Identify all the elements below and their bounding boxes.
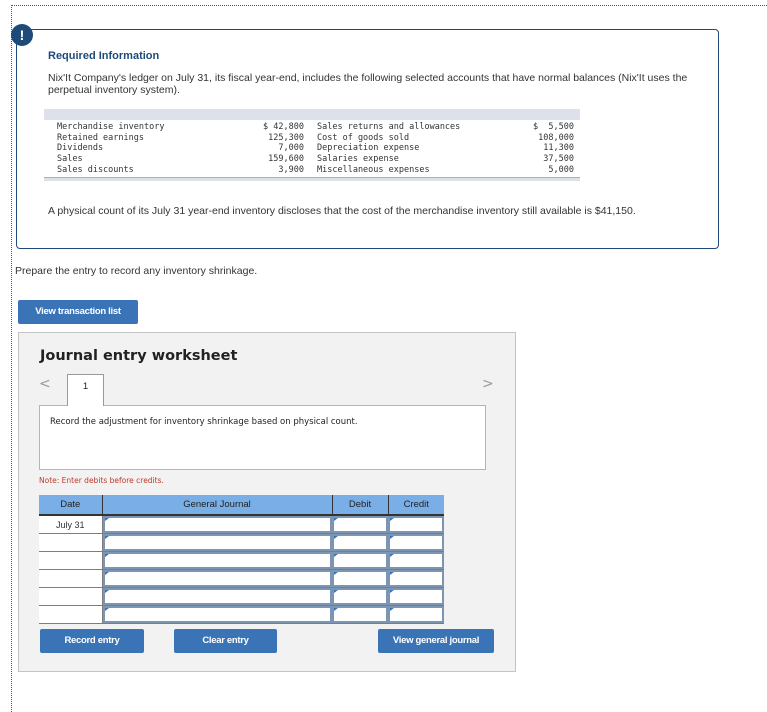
date-cell xyxy=(39,569,103,588)
transaction-tab-1[interactable]: 1 xyxy=(67,374,104,406)
account-input[interactable] xyxy=(102,570,332,587)
credit-input[interactable] xyxy=(388,534,444,551)
debit-input[interactable] xyxy=(332,552,388,569)
journal-entry-worksheet: Journal entry worksheet < 1 > Record the… xyxy=(18,332,516,672)
column-header-debit: Debit xyxy=(332,495,389,516)
dotted-frame-left xyxy=(11,5,12,712)
date-cell xyxy=(39,605,103,624)
journal-row xyxy=(39,587,444,606)
account-name: Sales returns and allowances xyxy=(317,122,461,132)
column-header-date: Date xyxy=(39,495,103,516)
debit-input[interactable] xyxy=(332,606,388,623)
account-input[interactable] xyxy=(102,516,332,533)
account-name: Dividends xyxy=(57,143,104,154)
credit-input[interactable] xyxy=(388,516,444,533)
account-row: Dividends 7,000 Depreciation expense 11,… xyxy=(44,143,580,154)
clear-entry-button[interactable]: Clear entry xyxy=(174,629,277,653)
account-amount: 37,500 xyxy=(543,154,574,165)
credit-input[interactable] xyxy=(388,570,444,587)
accounts-table: Merchandise inventory $ 42,800 Sales ret… xyxy=(44,109,580,182)
view-general-journal-button[interactable]: View general journal xyxy=(378,629,494,653)
physical-count-text: A physical count of its July 31 year-end… xyxy=(48,205,636,217)
account-amount: 125,300 xyxy=(268,132,304,143)
date-cell xyxy=(39,587,103,606)
account-amount: 3,900 xyxy=(278,164,304,175)
account-amount: 108,000 xyxy=(538,132,574,143)
dotted-frame-top xyxy=(11,5,767,6)
date-cell: July 31 xyxy=(39,515,103,534)
info-title: Required Information xyxy=(48,50,160,62)
account-amount: 7,000 xyxy=(278,143,304,154)
journal-row xyxy=(39,533,444,552)
account-name: Miscellaneous expenses xyxy=(317,164,430,175)
account-input[interactable] xyxy=(102,534,332,551)
column-header-credit: Credit xyxy=(388,495,444,516)
account-input[interactable] xyxy=(102,588,332,605)
alert-icon: ! xyxy=(11,24,33,46)
journal-row xyxy=(39,569,444,588)
instruction-text: Record the adjustment for inventory shri… xyxy=(50,417,358,427)
account-row: Sales 159,600 Salaries expense 37,500 xyxy=(44,154,580,165)
chevron-left-icon[interactable]: < xyxy=(39,376,51,392)
chevron-right-icon[interactable]: > xyxy=(482,376,494,392)
accounts-table-header-bar xyxy=(44,109,580,120)
journal-row xyxy=(39,605,444,624)
debit-input[interactable] xyxy=(332,570,388,587)
account-name: Sales xyxy=(57,154,83,165)
general-journal-table: Date General Journal Debit Credit July 3… xyxy=(39,495,444,624)
credit-input[interactable] xyxy=(388,552,444,569)
column-header-general-journal: General Journal xyxy=(102,495,333,516)
debit-input[interactable] xyxy=(332,588,388,605)
account-amount: $ 42,800 xyxy=(263,122,304,132)
account-name: Retained earnings xyxy=(57,132,144,143)
account-name: Merchandise inventory xyxy=(57,122,165,132)
date-cell xyxy=(39,533,103,552)
account-input[interactable] xyxy=(102,606,332,623)
debits-note: Note: Enter debits before credits. xyxy=(39,476,164,485)
account-amount: 5,000 xyxy=(548,164,574,175)
question-prompt: Prepare the entry to record any inventor… xyxy=(15,265,258,277)
credit-input[interactable] xyxy=(388,588,444,605)
account-row: Retained earnings 125,300 Cost of goods … xyxy=(44,133,580,144)
account-name: Sales discounts xyxy=(57,164,134,175)
account-name: Salaries expense xyxy=(317,154,399,165)
view-transaction-list-button[interactable]: View transaction list xyxy=(18,300,138,324)
debit-input[interactable] xyxy=(332,516,388,533)
account-amount: $ 5,500 xyxy=(533,122,574,132)
account-row: Merchandise inventory $ 42,800 Sales ret… xyxy=(44,122,580,133)
accounts-table-footer-bar xyxy=(44,177,580,182)
account-input[interactable] xyxy=(102,552,332,569)
record-entry-button[interactable]: Record entry xyxy=(40,629,144,653)
journal-row xyxy=(39,551,444,570)
account-amount: 159,600 xyxy=(268,154,304,165)
instruction-box: Record the adjustment for inventory shri… xyxy=(39,405,486,470)
credit-input[interactable] xyxy=(388,606,444,623)
account-row: Sales discounts 3,900 Miscellaneous expe… xyxy=(44,165,580,176)
account-name: Depreciation expense xyxy=(317,143,420,154)
worksheet-title: Journal entry worksheet xyxy=(40,348,238,364)
date-cell xyxy=(39,551,103,570)
required-information-box: Required Information Nix'It Company's le… xyxy=(16,29,719,249)
debit-input[interactable] xyxy=(332,534,388,551)
account-name: Cost of goods sold xyxy=(317,132,410,143)
account-amount: 11,300 xyxy=(543,143,574,154)
info-text: Nix'It Company's ledger on July 31, its … xyxy=(48,72,688,96)
journal-row: July 31 xyxy=(39,515,444,534)
